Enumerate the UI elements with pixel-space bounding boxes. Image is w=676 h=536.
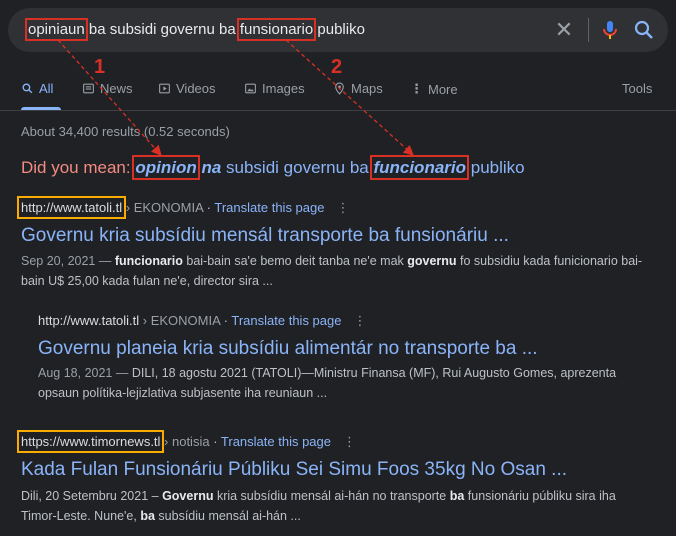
result-breadcrumb: › EKONOMIA xyxy=(139,313,221,328)
snippet-bold: Governu xyxy=(162,489,214,503)
snippet-text: bai-bain sa'e bemo deit tanba ne'e mak xyxy=(182,254,408,268)
result-snippet: Aug 18, 2021 — DILI, 18 agostu 2021 (TAT… xyxy=(38,363,658,403)
snippet-date: Sep 20, 2021 — xyxy=(21,254,115,268)
snippet-bold: funcionario xyxy=(114,254,183,268)
result-breadcrumb: › notisia xyxy=(160,434,210,449)
annotation-1: 1 xyxy=(94,56,106,78)
more-vert-icon[interactable]: ⋮ xyxy=(353,313,366,328)
snippet-bold: ba xyxy=(140,509,155,523)
result-snippet: Sep 20, 2021 — funcionario bai-bain sa'e… xyxy=(21,251,651,291)
result-url[interactable]: https://www.timornews.tl xyxy=(16,430,165,453)
more-vert-icon[interactable]: ⋮ xyxy=(343,434,356,449)
result-snippet: Dili, 20 Setembru 2021 – Governu kria su… xyxy=(21,486,651,526)
snippet-date: Aug 18, 2021 — xyxy=(38,366,132,380)
translate-link[interactable]: Translate this page xyxy=(214,200,324,215)
annotation-2: 2 xyxy=(331,56,343,78)
more-vert-icon[interactable]: ⋮ xyxy=(336,200,349,215)
snippet-text: Dili, 20 Setembru 2021 – xyxy=(21,489,163,503)
snippet-bold: governu xyxy=(407,254,457,268)
result-title[interactable]: Governu kria subsídiu mensál transporte … xyxy=(21,225,509,247)
snippet-text: subsídiu mensál ai-hán ... xyxy=(154,509,301,523)
result-url[interactable]: http://www.tatoli.tl xyxy=(38,313,139,328)
result-url[interactable]: http://www.tatoli.tl xyxy=(16,196,127,219)
snippet-text: kria subsídiu mensál ai-hán no transport… xyxy=(213,489,450,503)
result-title[interactable]: Governu planeia kria subsídiu alimentár … xyxy=(38,338,538,360)
result-citation: http://www.tatoli.tl › EKONOMIA · Transl… xyxy=(38,313,367,328)
result-citation: http://www.tatoli.tl › EKONOMIA · Transl… xyxy=(16,196,350,219)
result-citation: https://www.timornews.tl › notisia · Tra… xyxy=(16,430,356,453)
result-title[interactable]: Kada Fulan Funsionáriu Públiku Sei Simu … xyxy=(21,459,567,481)
translate-link[interactable]: Translate this page xyxy=(221,434,331,449)
result-breadcrumb: › EKONOMIA xyxy=(122,200,204,215)
translate-link[interactable]: Translate this page xyxy=(231,313,341,328)
snippet-bold: ba xyxy=(449,489,465,503)
